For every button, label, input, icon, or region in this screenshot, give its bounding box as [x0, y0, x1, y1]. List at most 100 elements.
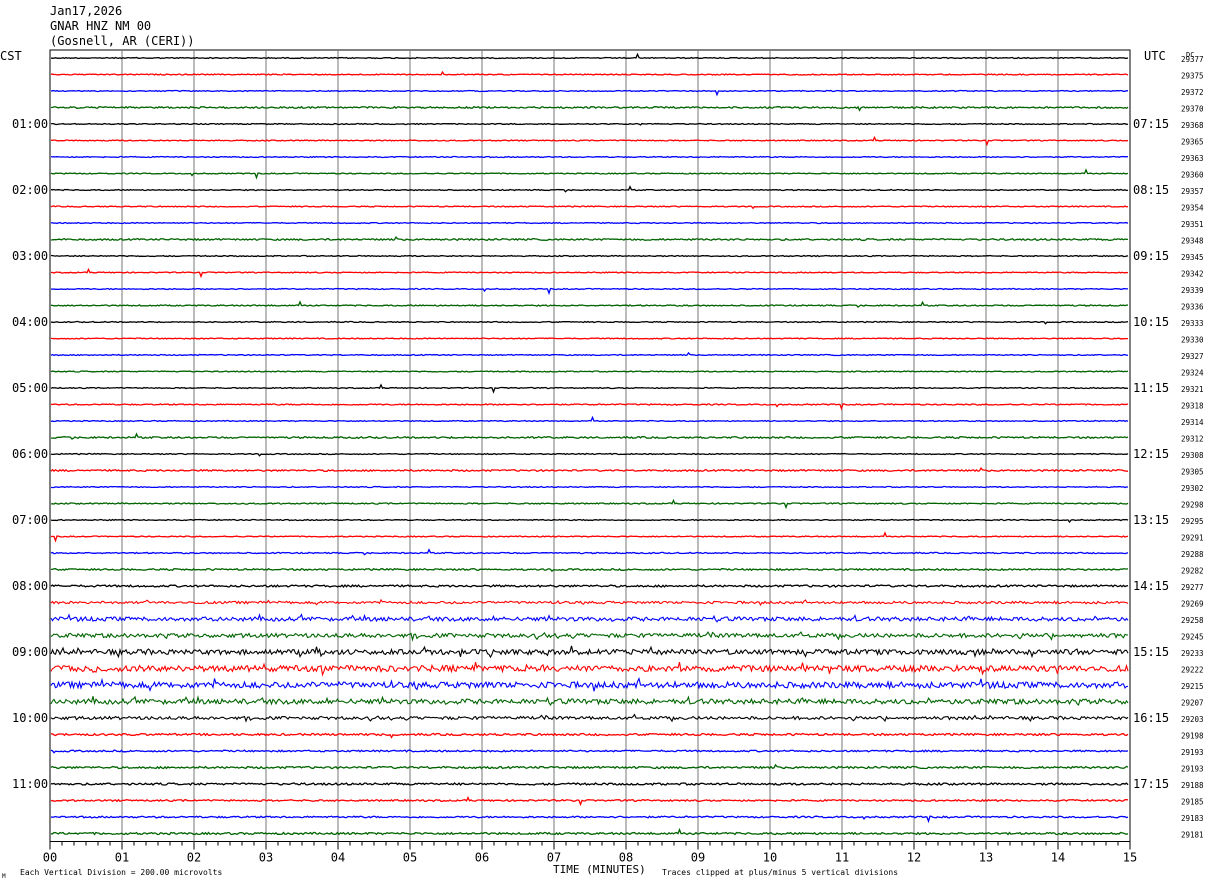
x-tick-label: 05	[403, 851, 417, 865]
left-hour-label: 09:00	[12, 645, 48, 659]
plot-frame	[49, 49, 1131, 842]
dc-offset-label: 29312	[1181, 435, 1204, 444]
seismic-trace	[50, 287, 1128, 296]
seismic-trace	[50, 135, 1129, 147]
seismic-trace	[51, 827, 1129, 836]
dc-offset-label: 29295	[1181, 517, 1204, 526]
dc-offset-label: 29321	[1181, 385, 1204, 394]
seismic-trace	[50, 168, 1129, 180]
left-hour-label: 07:00	[12, 513, 48, 527]
plot-grid	[49, 49, 1131, 842]
x-tick-label: 12	[907, 851, 921, 865]
dc-offset-label: 29222	[1181, 666, 1204, 675]
dc-offset-label: 29298	[1181, 501, 1204, 510]
x-tick-label: 13	[979, 851, 993, 865]
seismic-trace	[50, 370, 1129, 373]
seismic-trace	[50, 677, 1129, 693]
left-hour-label: 03:00	[12, 249, 48, 263]
dc-offset-label: 29360	[1181, 171, 1204, 180]
x-tick-label: 09	[691, 851, 705, 865]
right-hour-label: 16:15	[1133, 711, 1169, 725]
dc-offset-label: 29363	[1181, 154, 1204, 163]
seismic-trace	[50, 531, 1129, 543]
right-hour-label: 07:15	[1133, 117, 1169, 131]
x-axis-title: TIME (MINUTES)	[553, 863, 646, 876]
dc-offset-label: 29351	[1181, 220, 1204, 229]
seismic-trace	[50, 221, 1129, 225]
seismic-trace	[50, 583, 1129, 589]
seismic-trace	[50, 796, 1129, 807]
seismic-trace	[50, 713, 1129, 723]
seismic-trace	[50, 89, 1129, 97]
x-tick-label: 11	[835, 851, 849, 865]
dc-offset-label: 29181	[1181, 831, 1204, 840]
seismogram-plot: CST UTC DC TIME (MINUTES) Each Vertical …	[0, 49, 1204, 880]
seismic-trace	[50, 205, 1129, 210]
seismic-trace	[50, 732, 1129, 739]
dc-offset-label: 29183	[1181, 814, 1204, 823]
seismic-trace	[50, 781, 1129, 786]
seismic-trace	[50, 613, 1129, 623]
x-tick-label: 00	[43, 851, 57, 865]
right-hour-label: 10:15	[1133, 315, 1169, 329]
seismic-trace	[50, 235, 1129, 242]
right-hour-label: 08:15	[1133, 183, 1169, 197]
footer-division-note: Each Vertical Division = 200.00 microvol…	[20, 868, 222, 877]
left-hour-label: 02:00	[12, 183, 48, 197]
seismic-trace	[50, 267, 1129, 279]
dc-offset-label: 29342	[1181, 270, 1204, 279]
dc-offset-label: 29336	[1181, 303, 1204, 312]
dc-offset-label: 29203	[1181, 715, 1204, 724]
left-hour-label: 10:00	[12, 711, 48, 725]
dc-offset-label: 29365	[1181, 138, 1204, 147]
seismic-trace	[50, 105, 1129, 112]
dc-offset-label: 29245	[1181, 633, 1204, 642]
dc-offset-label: 29258	[1181, 616, 1204, 625]
seismic-trace	[51, 485, 1129, 489]
seismic-trace	[50, 695, 1129, 707]
dc-offset-label: 29375	[1181, 72, 1204, 81]
dc-offset-label: 29339	[1181, 286, 1204, 295]
seismic-trace	[51, 122, 1129, 126]
dc-offset-label: 29185	[1181, 798, 1204, 807]
right-hour-label: 09:15	[1133, 249, 1169, 263]
right-axis-label: UTC	[1144, 49, 1166, 63]
dc-offset-label: 29282	[1181, 567, 1204, 576]
seismic-trace	[51, 320, 1129, 325]
footer-clip-note: Traces clipped at plus/minus 5 vertical …	[662, 868, 898, 877]
seismic-trace	[50, 815, 1129, 824]
left-hour-label: 05:00	[12, 381, 48, 395]
dc-offset-label: 29308	[1181, 451, 1204, 460]
seismic-trace	[50, 466, 1128, 473]
left-axis-label: CST	[0, 49, 22, 63]
seismic-trace	[50, 300, 1129, 308]
seismic-trace	[50, 498, 1129, 510]
dc-offset-label: 29348	[1181, 237, 1204, 246]
seismic-trace	[50, 337, 1129, 340]
seismic-trace	[51, 567, 1129, 573]
seismic-trace	[50, 598, 1129, 607]
seismic-trace	[50, 383, 1129, 394]
dc-offset-label: 29198	[1181, 732, 1204, 741]
dc-offset-label: 29305	[1181, 468, 1204, 477]
dc-offset-label: 29357	[1181, 187, 1204, 196]
seismic-trace	[50, 70, 1129, 76]
corner-mark: M	[2, 873, 6, 880]
dc-offset-label: 29193	[1181, 765, 1204, 774]
dc-offset-label: 29288	[1181, 550, 1204, 559]
x-tick-label: 02	[187, 851, 201, 865]
dc-offset-label: 29368	[1181, 121, 1204, 130]
dc-offset-label: 29377	[1181, 55, 1204, 64]
seismic-trace	[50, 631, 1129, 642]
dc-offset-label: 29318	[1181, 402, 1204, 411]
seismic-trace	[50, 749, 1129, 754]
dc-offset-label: 29291	[1181, 534, 1204, 543]
dc-offset-label: 29277	[1181, 583, 1204, 592]
dc-offset-label: 29215	[1181, 682, 1204, 691]
seismic-trace	[50, 403, 1129, 411]
seismic-trace	[50, 763, 1129, 770]
right-hour-label: 13:15	[1133, 513, 1169, 527]
x-tick-label: 10	[763, 851, 777, 865]
left-hour-label: 06:00	[12, 447, 48, 461]
dc-offset-label: 29372	[1181, 88, 1204, 97]
